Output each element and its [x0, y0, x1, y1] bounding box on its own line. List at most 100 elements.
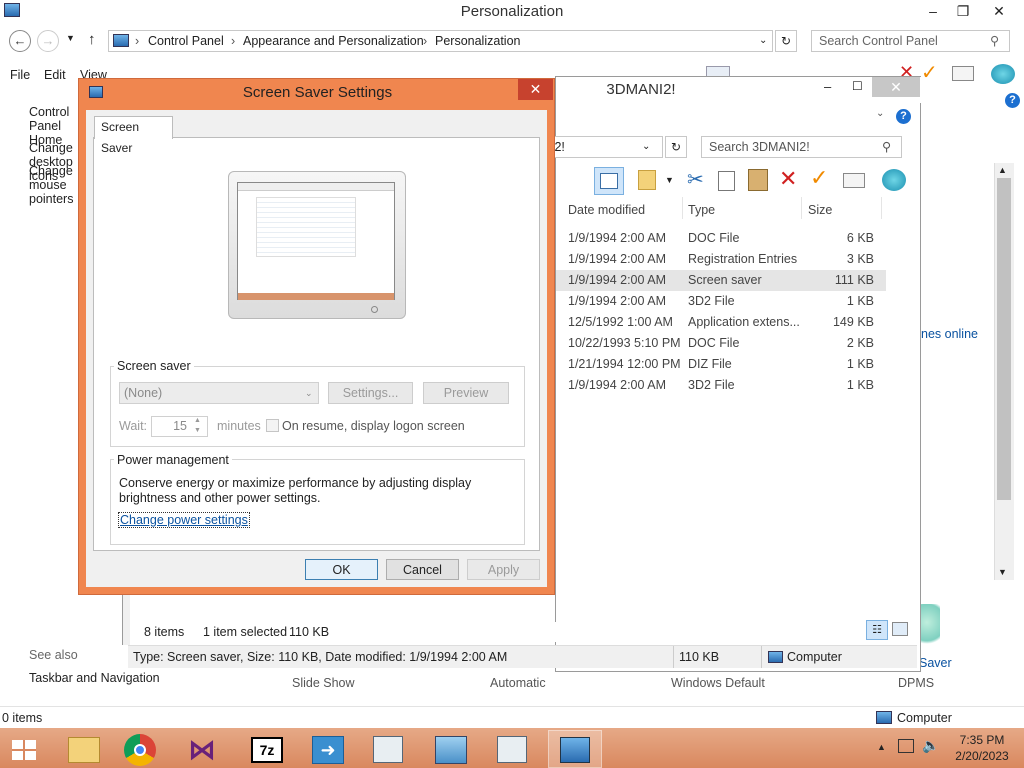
- paste-icon[interactable]: [748, 169, 768, 191]
- up-arrow-icon[interactable]: ↑: [88, 31, 96, 48]
- scroll-down-icon[interactable]: ▼: [998, 567, 1007, 577]
- explorer-help-icon[interactable]: ?: [896, 109, 911, 124]
- menu-edit[interactable]: Edit: [44, 68, 66, 82]
- resume-logon-label: On resume, display logon screen: [282, 419, 465, 433]
- link-taskbar-navigation[interactable]: Taskbar and Navigation: [29, 671, 160, 685]
- scrollbar[interactable]: ▲ ▼: [994, 163, 1014, 580]
- screen-saver-dropdown[interactable]: (None) ⌄: [119, 382, 319, 404]
- checkmark-icon[interactable]: ✓: [921, 60, 938, 85]
- properties-icon[interactable]: [843, 173, 865, 188]
- 7zip-icon: 7z: [251, 737, 283, 763]
- status-computer: Computer: [897, 711, 952, 725]
- remote-desktop-taskbar-button[interactable]: ➜: [302, 730, 356, 768]
- show-hidden-icons[interactable]: ▲: [877, 742, 886, 752]
- table-row[interactable]: 12/5/1992 1:00 AM Application extens... 14…: [556, 312, 886, 333]
- app-window-2-taskbar-button[interactable]: [486, 730, 540, 768]
- globe-icon[interactable]: [882, 169, 906, 191]
- details-view-button[interactable]: ☷: [866, 620, 888, 640]
- chrome-taskbar-button[interactable]: [114, 730, 168, 768]
- breadcrumb-appearance[interactable]: Appearance and Personalization: [243, 31, 424, 51]
- refresh-button[interactable]: ↻: [775, 30, 797, 52]
- search-placeholder: Search Control Panel: [819, 34, 938, 48]
- control-panel-taskbar-button[interactable]: [425, 730, 479, 768]
- explorer-title-bar[interactable]: 3DMANI2! – ☐ ✕: [556, 77, 922, 103]
- settings-button[interactable]: Settings...: [328, 382, 413, 404]
- table-row[interactable]: 1/9/1994 2:00 AM 3D2 File 1 KB: [556, 375, 886, 396]
- column-type[interactable]: Type: [688, 203, 715, 217]
- preview-button[interactable]: Preview: [423, 382, 509, 404]
- explorer-address-bar[interactable]: I2! ⌄: [546, 136, 663, 158]
- visual-studio-taskbar-button[interactable]: ⋈: [176, 730, 230, 768]
- chevron-down-icon[interactable]: ⌄: [876, 108, 884, 119]
- dialog-body: Screen saver (None) ⌄ Settings... Previe…: [86, 110, 547, 587]
- dialog-close-button[interactable]: ✕: [518, 79, 553, 100]
- desktop-background-label[interactable]: Slide Show: [292, 676, 355, 690]
- app-window-taskbar-button[interactable]: [362, 730, 416, 768]
- ok-button[interactable]: OK: [305, 559, 378, 580]
- tab-screen-saver[interactable]: Screen Saver: [94, 116, 173, 155]
- stepper-down-icon[interactable]: ▼: [194, 426, 201, 436]
- clock-date[interactable]: 2/20/2023: [952, 749, 1012, 763]
- cut-icon[interactable]: ✂: [687, 167, 704, 192]
- network-icon[interactable]: [898, 739, 914, 753]
- start-button[interactable]: [0, 730, 48, 768]
- screen-saver-icon[interactable]: [918, 604, 940, 650]
- breadcrumb-control-panel[interactable]: Control Panel: [148, 31, 224, 51]
- chevron-down-icon[interactable]: ▼: [665, 175, 674, 185]
- folder-options-icon[interactable]: [638, 170, 656, 190]
- breadcrumb-personalization[interactable]: Personalization: [435, 31, 520, 51]
- search-input[interactable]: Search Control Panel ⚲: [811, 30, 1010, 52]
- forward-button[interactable]: →: [37, 30, 59, 52]
- screen-saver-link[interactable]: Saver: [919, 656, 952, 670]
- address-bar[interactable]: › Control Panel › Appearance and Persona…: [108, 30, 773, 52]
- close-button[interactable]: ✕: [984, 0, 1014, 22]
- dpms-label[interactable]: DPMS: [898, 676, 934, 690]
- column-date-modified[interactable]: Date modified: [568, 203, 645, 217]
- table-row[interactable]: 1/9/1994 2:00 AM 3D2 File 1 KB: [556, 291, 886, 312]
- cancel-button[interactable]: Cancel: [386, 559, 459, 580]
- maximize-button[interactable]: ❐: [948, 0, 978, 22]
- explorer-refresh-button[interactable]: ↻: [665, 136, 687, 158]
- menu-file[interactable]: File: [10, 68, 30, 82]
- table-row[interactable]: 10/22/1993 5:10 PM DOC File 2 KB: [556, 333, 886, 354]
- column-size[interactable]: Size: [808, 203, 832, 217]
- explorer-search-input[interactable]: Search 3DMANI2! ⚲: [701, 136, 902, 158]
- scroll-up-icon[interactable]: ▲: [998, 165, 1007, 175]
- help-icon[interactable]: ?: [1005, 93, 1020, 108]
- file-explorer-taskbar-button[interactable]: [57, 730, 111, 768]
- checkmark-icon[interactable]: ✓: [810, 165, 828, 191]
- stepper-up-icon[interactable]: ▲: [194, 416, 201, 426]
- volume-icon[interactable]: 🔈: [922, 737, 939, 754]
- delete-icon[interactable]: ✕: [779, 166, 797, 192]
- color-label[interactable]: Automatic: [490, 676, 546, 690]
- table-row[interactable]: 1/21/1994 12:00 PM DIZ File 1 KB: [556, 354, 886, 375]
- resume-logon-checkbox[interactable]: [266, 419, 279, 432]
- recent-dropdown-icon[interactable]: ▼: [66, 33, 75, 43]
- table-row[interactable]: 1/9/1994 2:00 AM Registration Entries 3 KB: [556, 249, 886, 270]
- copy-icon[interactable]: [718, 171, 735, 191]
- title-bar[interactable]: Personalization – ❐ ✕: [0, 0, 1024, 24]
- properties-icon[interactable]: [952, 66, 974, 81]
- 7zip-taskbar-button[interactable]: 7z: [240, 730, 294, 768]
- search-icon: ⚲: [882, 140, 892, 154]
- personalization-taskbar-button[interactable]: [548, 730, 602, 768]
- minimize-button[interactable]: –: [918, 0, 948, 22]
- table-row[interactable]: 1/9/1994 2:00 AM DOC File 6 KB: [556, 228, 886, 249]
- sounds-label[interactable]: Windows Default: [671, 676, 765, 690]
- chevron-down-icon[interactable]: ⌄: [642, 137, 650, 157]
- explorer-maximize-button[interactable]: ☐: [852, 79, 863, 93]
- scrollbar-thumb[interactable]: [997, 178, 1011, 500]
- apply-button[interactable]: Apply: [467, 559, 540, 580]
- table-row-selected[interactable]: 1/9/1994 2:00 AM Screen saver 111 KB: [556, 270, 886, 291]
- large-icons-view-button[interactable]: [892, 622, 908, 636]
- globe-icon[interactable]: [991, 64, 1015, 84]
- back-button[interactable]: ←: [9, 30, 31, 52]
- chevron-down-icon[interactable]: ⌄: [759, 31, 767, 51]
- wait-minutes-stepper[interactable]: 15 ▲ ▼: [151, 416, 208, 437]
- change-power-settings-link[interactable]: Change power settings: [118, 512, 250, 528]
- explorer-minimize-button[interactable]: –: [824, 79, 831, 94]
- preview-pane-button[interactable]: [594, 167, 624, 195]
- explorer-close-button[interactable]: ✕: [872, 77, 920, 97]
- get-more-themes-link[interactable]: nes online: [921, 327, 978, 341]
- clock-time[interactable]: 7:35 PM: [952, 733, 1012, 747]
